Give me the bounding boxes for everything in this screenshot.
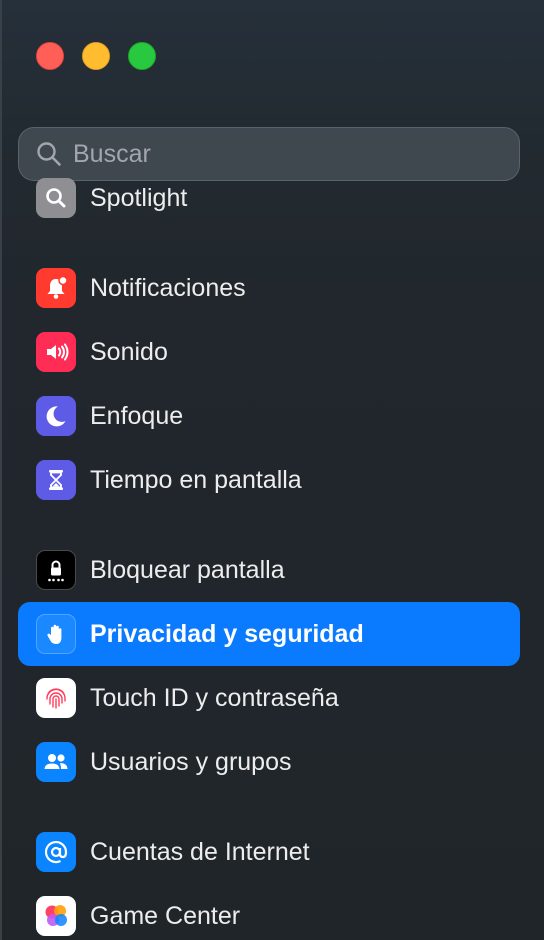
internet-accounts-at-icon bbox=[36, 832, 76, 872]
sidebar-item-bloquear-pantalla[interactable]: Bloquear pantalla bbox=[18, 538, 520, 602]
privacy-hand-icon bbox=[36, 614, 76, 654]
sidebar-item-usuarios-y-grupos[interactable]: Usuarios y grupos bbox=[18, 730, 520, 794]
sidebar-item-tiempo-en-pantalla[interactable]: Tiempo en pantalla bbox=[18, 448, 520, 512]
notifications-icon bbox=[36, 268, 76, 308]
sidebar-item-label: Game Center bbox=[90, 901, 241, 930]
sidebar-item-cuentas-de-internet[interactable]: Cuentas de Internet bbox=[18, 820, 520, 884]
settings-sidebar: Spotlight Notificaciones Sonido bbox=[0, 0, 544, 940]
search-icon bbox=[35, 140, 63, 168]
game-center-icon bbox=[36, 896, 76, 936]
sidebar-item-label: Tiempo en pantalla bbox=[90, 465, 302, 494]
sidebar-item-label: Enfoque bbox=[90, 401, 184, 430]
window-close-button[interactable] bbox=[36, 42, 64, 70]
window-minimize-button[interactable] bbox=[82, 42, 110, 70]
sidebar-item-notificaciones[interactable]: Notificaciones bbox=[18, 256, 520, 320]
fingerprint-icon bbox=[36, 678, 76, 718]
sidebar-item-game-center[interactable]: Game Center bbox=[18, 884, 520, 940]
sidebar-item-label: Privacidad y seguridad bbox=[90, 619, 364, 648]
sidebar-item-label: Usuarios y grupos bbox=[90, 747, 292, 776]
sidebar-border bbox=[0, 0, 2, 940]
sidebar-item-label: Sonido bbox=[90, 337, 168, 366]
screen-time-hourglass-icon bbox=[36, 460, 76, 500]
focus-moon-icon bbox=[36, 396, 76, 436]
search-input[interactable] bbox=[73, 139, 473, 169]
sidebar-item-label: Spotlight bbox=[90, 183, 188, 212]
sidebar-item-touch-id-y-contrasena[interactable]: Touch ID y contraseña bbox=[18, 666, 520, 730]
sidebar-item-label: Notificaciones bbox=[90, 273, 246, 302]
users-groups-icon bbox=[36, 742, 76, 782]
sidebar-item-sonido[interactable]: Sonido bbox=[18, 320, 520, 384]
sidebar-item-label: Bloquear pantalla bbox=[90, 555, 285, 584]
sidebar-item-spotlight[interactable]: Spotlight bbox=[18, 166, 520, 230]
sidebar-item-enfoque[interactable]: Enfoque bbox=[18, 384, 520, 448]
sidebar-item-label: Touch ID y contraseña bbox=[90, 683, 339, 712]
window-zoom-button[interactable] bbox=[128, 42, 156, 70]
spotlight-icon bbox=[36, 178, 76, 218]
sidebar-item-privacidad-y-seguridad[interactable]: Privacidad y seguridad bbox=[18, 602, 520, 666]
sidebar-item-label: Cuentas de Internet bbox=[90, 837, 310, 866]
sound-icon bbox=[36, 332, 76, 372]
lock-screen-icon bbox=[36, 550, 76, 590]
